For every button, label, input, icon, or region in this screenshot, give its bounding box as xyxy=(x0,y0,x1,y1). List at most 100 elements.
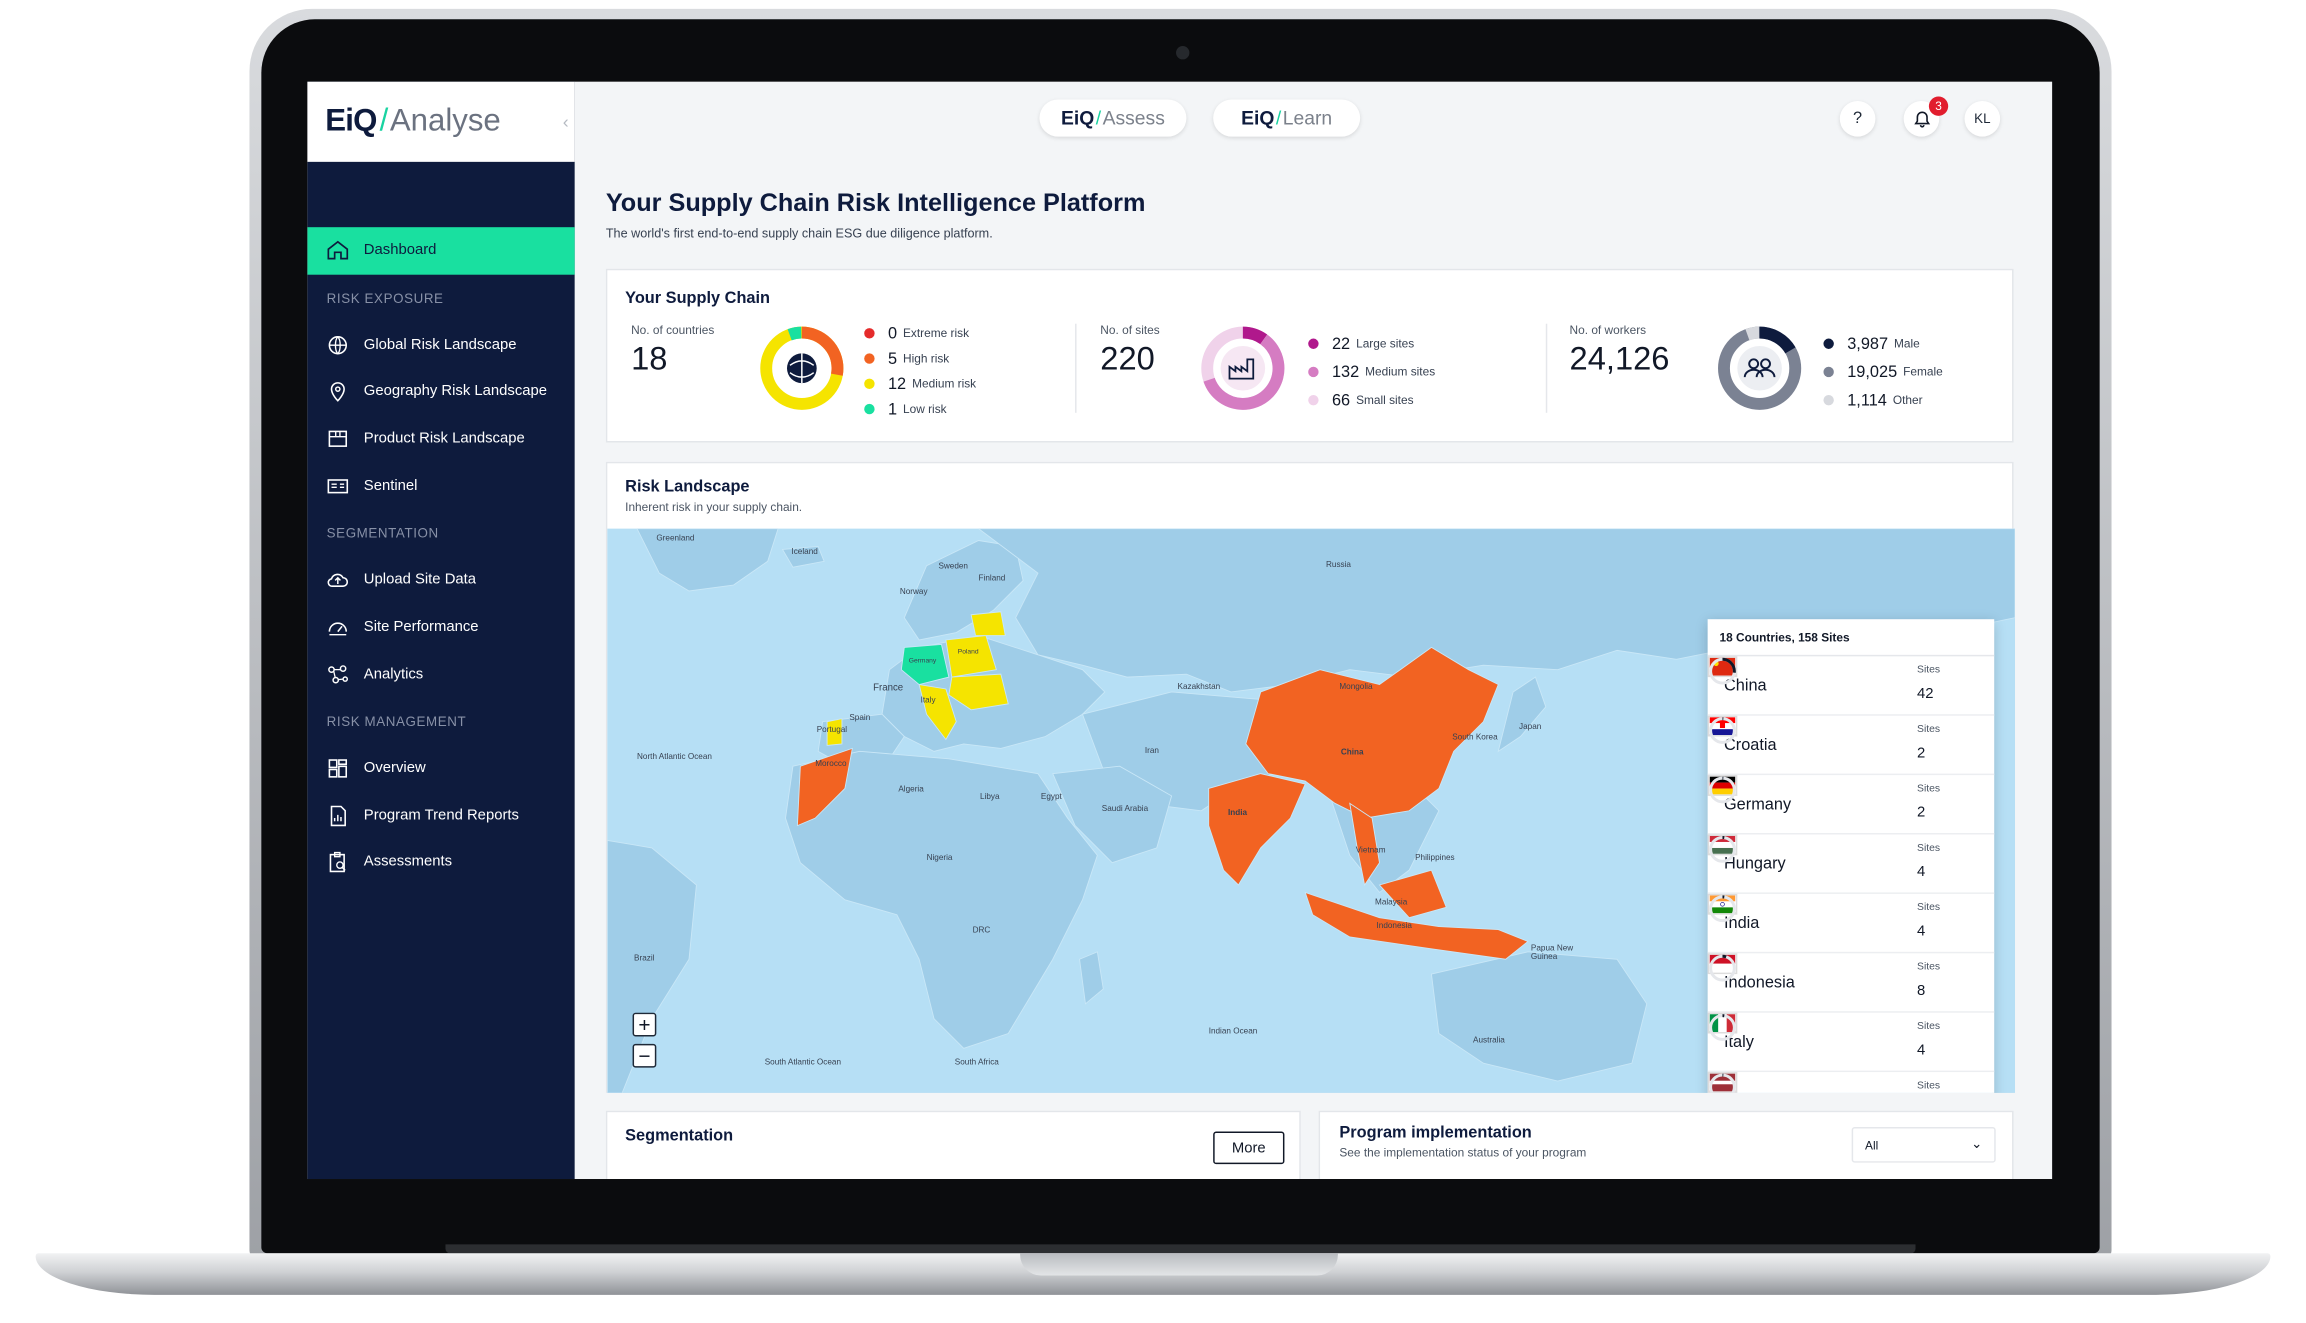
zoom-in-button[interactable]: + xyxy=(632,1012,657,1037)
app-switch-assess[interactable]: EiQ / Assess xyxy=(1039,99,1187,137)
map-label-norway: Norway xyxy=(899,588,928,597)
country-row-latvia[interactable]: LatviaSites1 xyxy=(1707,1072,1995,1093)
sites-share-ring xyxy=(1709,717,1736,744)
legend-value: 0 xyxy=(887,324,898,343)
gauge-icon xyxy=(325,615,350,640)
legend-extreme-risk: 0 Extreme risk xyxy=(864,321,976,346)
app-screen: EiQ /Analyse ‹ Dashboard RISK EXPOSURE Glo… xyxy=(307,81,2053,1180)
legend-label: High risk xyxy=(903,351,950,366)
map-label-sweden: Sweden xyxy=(938,562,968,572)
map-label-south-africa: South Africa xyxy=(954,1058,999,1068)
countries-value: 18 xyxy=(631,340,668,378)
grid-icon xyxy=(325,756,350,781)
sites-share-ring xyxy=(1709,776,1736,804)
brand-logo[interactable]: EiQ /Analyse ‹ xyxy=(307,81,575,162)
workers-value: 24,126 xyxy=(1569,340,1670,378)
sidebar-item-product-risk-landscape[interactable]: Product Risk Landscape xyxy=(307,415,574,462)
world-map[interactable]: Greenland Iceland Sweden Finland Norway … xyxy=(607,528,2016,1093)
countries-label: No. of countries xyxy=(631,323,715,338)
sidebar-item-label: Product Risk Landscape xyxy=(363,430,525,448)
sidebar-item-sentinel[interactable]: Sentinel xyxy=(307,462,574,509)
supply-chain-title: Your Supply Chain xyxy=(625,289,771,308)
sidebar-item-program-trend-reports[interactable]: Program Trend Reports xyxy=(307,792,574,839)
sidebar-item-label: Sentinel xyxy=(363,477,418,495)
home-icon xyxy=(325,238,350,263)
country-row-hungary[interactable]: Hungary Sites 4 xyxy=(1707,834,1995,894)
sidebar-item-site-performance[interactable]: Site Performance xyxy=(307,604,574,651)
country-row-china[interactable]: China Sites 42 xyxy=(1707,656,1995,716)
map-label-south-korea: South Korea xyxy=(1452,733,1498,743)
map-label-india: India xyxy=(1228,809,1248,819)
risk-landscape-title: Risk Landscape xyxy=(625,478,750,496)
legend-large-sites: 22 Large sites xyxy=(1308,330,1435,358)
map-label-iceland: Iceland xyxy=(791,547,818,557)
country-row-indonesia[interactable]: Indonesia Sites 8 xyxy=(1707,953,1995,1013)
map-label-morocco: Morocco xyxy=(815,760,847,770)
sidebar-item-dashboard[interactable]: Dashboard xyxy=(307,227,575,275)
help-button[interactable]: ? xyxy=(1839,100,1876,137)
sidebar-item-overview[interactable]: Overview xyxy=(307,745,574,792)
sites-share-ring xyxy=(1709,954,1736,982)
legend-label: Other xyxy=(1892,393,1923,407)
id-card-icon xyxy=(325,473,350,498)
country-row-india[interactable]: India Sites 4 xyxy=(1707,893,1995,954)
collapse-sidebar-icon[interactable]: ‹ xyxy=(563,111,569,132)
legend-value: 1 xyxy=(887,400,898,418)
legend-female: 19,025 Female xyxy=(1823,358,1943,386)
legend-label: Medium sites xyxy=(1365,365,1436,379)
country-row-italy[interactable]: Italy Sites 4 xyxy=(1707,1012,1995,1073)
box-icon xyxy=(325,426,350,451)
sites-share-ring xyxy=(1709,835,1736,863)
sidebar-item-assessments[interactable]: Assessments xyxy=(307,839,574,886)
zoom-out-button[interactable]: − xyxy=(632,1043,657,1068)
sidebar-item-label: Analytics xyxy=(363,666,424,683)
sidebar-item-upload-site-data[interactable]: Upload Site Data xyxy=(307,557,574,604)
more-button[interactable]: More xyxy=(1213,1131,1285,1165)
app-assess-label: Assess xyxy=(1102,106,1165,130)
sidebar-item-analytics[interactable]: Analytics xyxy=(307,651,574,698)
map-label-north-atlantic: North Atlantic Ocean xyxy=(637,752,712,762)
sites-share-ring xyxy=(1709,657,1736,685)
sites-count: 4 xyxy=(1917,864,1926,881)
country-row-germany[interactable]: Germany Sites 2 xyxy=(1707,775,1995,835)
user-avatar[interactable]: KL xyxy=(1964,100,2001,137)
sites-count: 4 xyxy=(1917,1042,1926,1059)
legend-low-risk: 1 Low risk xyxy=(864,396,976,421)
risk-landscape-subtitle: Inherent risk in your supply chain. xyxy=(625,500,803,514)
page-subtitle: The world's first end-to-end supply chai… xyxy=(605,225,993,241)
app-switch-learn[interactable]: EiQ / Learn xyxy=(1213,99,1361,137)
sidebar-item-label: Overview xyxy=(363,760,426,777)
brand-product: /Analyse xyxy=(380,104,501,140)
sites-label: Sites xyxy=(1917,962,1941,973)
map-country-latvia[interactable] xyxy=(970,611,1006,636)
sites-count: 2 xyxy=(1917,804,1926,822)
legend-value: 1,114 xyxy=(1847,391,1887,410)
sidebar-item-label: Dashboard xyxy=(363,242,437,259)
legend-small-sites: 66 Small sites xyxy=(1308,386,1435,414)
map-label-portugal: Portugal xyxy=(816,726,848,736)
sites-label: Sites xyxy=(1917,784,1941,795)
sidebar-item-global-risk-landscape[interactable]: Global Risk Landscape xyxy=(307,321,574,368)
notifications-button[interactable]: 3 xyxy=(1903,96,1949,137)
map-country-india[interactable] xyxy=(1208,773,1306,886)
sites-share-ring xyxy=(1709,895,1736,923)
map-label-russia: Russia xyxy=(1326,561,1351,571)
legend-dot xyxy=(864,403,875,415)
legend-label: Low risk xyxy=(903,402,947,416)
laptop-notch xyxy=(1020,1253,1338,1276)
sites-label: Sites xyxy=(1917,902,1941,914)
legend-dot xyxy=(1823,394,1834,406)
map-label-saudi-arabia: Saudi Arabia xyxy=(1101,804,1149,814)
sidebar-section-risk-exposure: RISK EXPOSURE xyxy=(326,290,444,306)
brand-name: EiQ xyxy=(325,103,377,139)
sidebar-item-label: Site Performance xyxy=(363,618,479,636)
legend-value: 12 xyxy=(887,374,907,393)
countries-donut-chart xyxy=(760,326,844,410)
sidebar-item-geography-risk-landscape[interactable]: Geography Risk Landscape xyxy=(307,368,574,415)
page-title: Your Supply Chain Risk Intelligence Plat… xyxy=(605,188,1146,217)
program-filter-select[interactable]: All ⌄ xyxy=(1851,1127,1996,1163)
globe-icon xyxy=(325,332,350,357)
sidebar-item-label: Program Trend Reports xyxy=(363,807,519,824)
country-row-croatia[interactable]: Croatia Sites 2 xyxy=(1707,715,1995,776)
legend-high-risk: 5 High risk xyxy=(864,346,976,371)
